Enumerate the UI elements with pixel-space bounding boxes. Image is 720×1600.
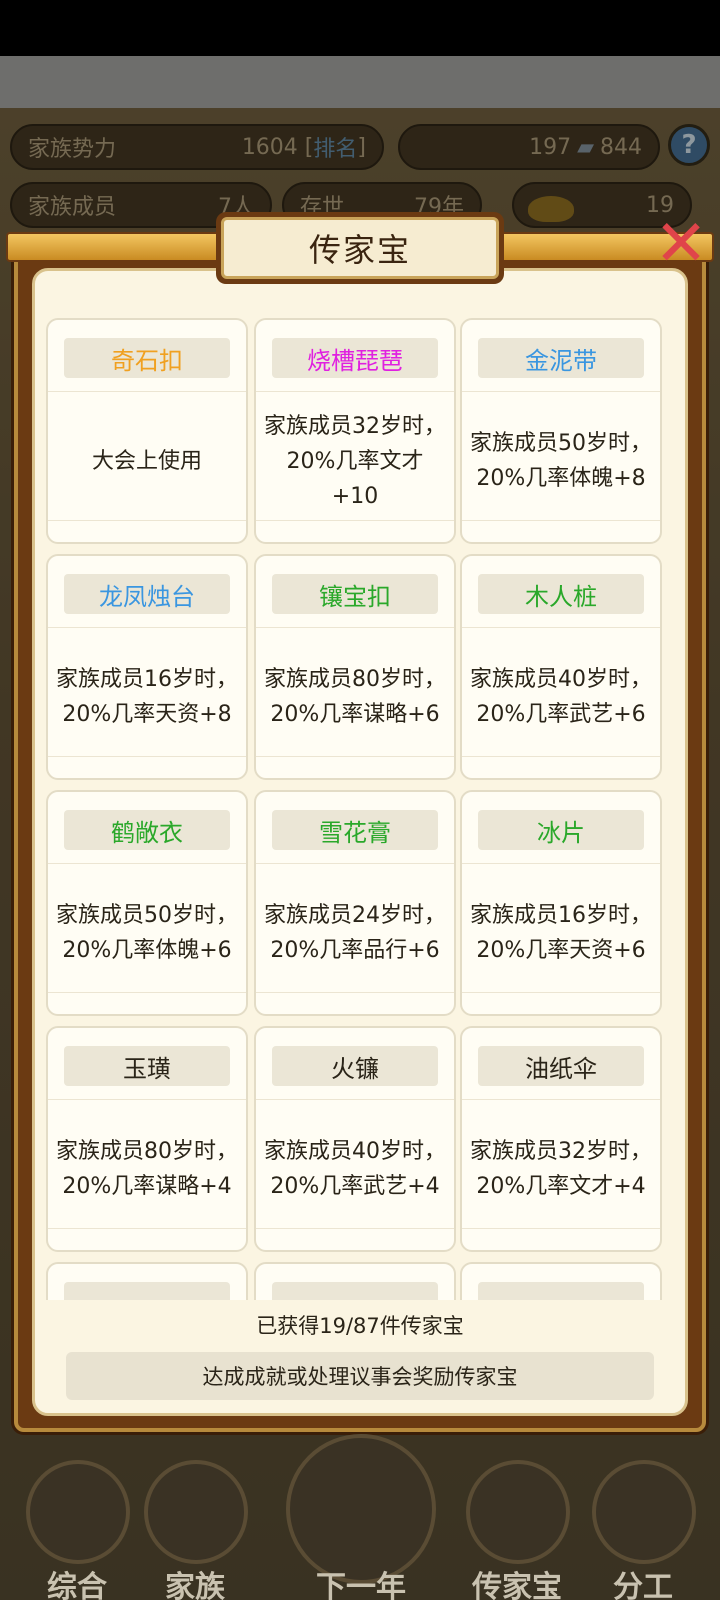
heirloom-name: 鹤敞衣: [64, 810, 230, 850]
card-header: 火镰: [256, 1028, 454, 1100]
nav-label: 分工: [613, 1570, 673, 1600]
heirloom-card[interactable]: [46, 1262, 248, 1300]
heirloom-name: 玉璜: [64, 1046, 230, 1086]
card-header: 烧槽琵琶: [256, 320, 454, 392]
heirloom-description: 家族成员16岁时，20%几率天资+6: [470, 903, 652, 963]
card-header: [256, 1264, 454, 1300]
heirloom-name: 油纸伞: [478, 1046, 644, 1086]
card-header: 雪花膏: [256, 792, 454, 864]
heirloom-card[interactable]: [460, 1262, 662, 1300]
heirloom-card[interactable]: 火镰家族成员40岁时，20%几率武艺+4: [254, 1026, 456, 1252]
card-header: 奇石扣: [48, 320, 246, 392]
card-header: 镶宝扣: [256, 556, 454, 628]
heirloom-description: 家族成员80岁时，20%几率谋略+6: [264, 667, 446, 727]
heirloom-description: 家族成员40岁时，20%几率武艺+4: [264, 1139, 446, 1199]
card-header: 金泥带: [462, 320, 660, 392]
card-header: 龙凤烛台: [48, 556, 246, 628]
nav-label: 家族: [165, 1570, 225, 1600]
card-header: 玉璜: [48, 1028, 246, 1100]
heirloom-card[interactable]: 烧槽琵琶家族成员32岁时，20%几率文才+10: [254, 318, 456, 544]
heirloom-description: 家族成员24岁时，20%几率品行+6: [264, 903, 446, 963]
card-footer: [48, 520, 246, 542]
heirloom-card[interactable]: 油纸伞家族成员32岁时，20%几率文才+4: [460, 1026, 662, 1252]
heirloom-grid[interactable]: 奇石扣 大会上使用 烧槽琵琶 家族成员32岁时，20%几率文才+10 金泥带 家族成员50…: [46, 318, 676, 1300]
heirloom-name: 金泥带: [478, 338, 644, 378]
card-footer: [462, 992, 660, 1014]
heirloom-name: 镶宝扣: [272, 574, 438, 614]
card-footer: [48, 756, 246, 778]
heirloom-name: 龙凤烛台: [64, 574, 230, 614]
card-footer: [462, 756, 660, 778]
heirloom-card[interactable]: 雪花膏家族成员24岁时，20%几率品行+6: [254, 790, 456, 1016]
heirloom-name: [272, 1282, 438, 1300]
heirloom-card[interactable]: 奇石扣 大会上使用: [46, 318, 248, 544]
heirloom-name: 雪花膏: [272, 810, 438, 850]
heirloom-card[interactable]: 鹤敞衣家族成员50岁时，20%几率体魄+6: [46, 790, 248, 1016]
nav-family[interactable]: 家族: [130, 1454, 260, 1600]
dialog-title-plaque: 传家宝: [216, 212, 504, 284]
heirloom-description: 家族成员16岁时，20%几率天资+8: [56, 667, 238, 727]
heirloom-description: 家族成员32岁时，20%几率文才+10: [264, 413, 446, 509]
close-icon: ✕: [654, 207, 708, 281]
card-header: 冰片: [462, 792, 660, 864]
heirloom-name: 木人桩: [478, 574, 644, 614]
card-footer: [462, 1228, 660, 1250]
nav-label: 综合: [47, 1570, 107, 1600]
card-header: [48, 1264, 246, 1300]
heirloom-name: [64, 1282, 230, 1300]
status-bar: [0, 0, 720, 56]
card-header: [462, 1264, 660, 1300]
heirloom-card[interactable]: 龙凤烛台家族成员16岁时，20%几率天资+8: [46, 554, 248, 780]
person-icon: [592, 1460, 696, 1564]
nav-label: 下一年: [316, 1570, 406, 1600]
heirloom-card[interactable]: 镶宝扣家族成员80岁时，20%几率谋略+6: [254, 554, 456, 780]
card-footer: [256, 756, 454, 778]
hint-banner: 达成成就或处理议事会奖励传家宝: [66, 1352, 654, 1400]
heirloom-card[interactable]: 玉璜家族成员80岁时，20%几率谋略+4: [46, 1026, 248, 1252]
house-icon: [144, 1460, 248, 1564]
heirloom-name: 冰片: [478, 810, 644, 850]
heirloom-description: 大会上使用: [91, 448, 202, 474]
heirloom-name: 烧槽琵琶: [272, 338, 438, 378]
scroll-icon: [26, 1460, 130, 1564]
card-footer: [48, 1228, 246, 1250]
card-header: 鹤敞衣: [48, 792, 246, 864]
cloud-icon: [466, 1460, 570, 1564]
card-footer: [256, 520, 454, 542]
heirloom-name: [478, 1282, 644, 1300]
nav-overview[interactable]: 综合: [12, 1454, 142, 1600]
card-header: 油纸伞: [462, 1028, 660, 1100]
heirloom-name: 奇石扣: [64, 338, 230, 378]
heirloom-card[interactable]: [254, 1262, 456, 1300]
card-footer: [256, 1228, 454, 1250]
nav-next-year[interactable]: 下一年: [286, 1434, 436, 1600]
card-footer: [48, 992, 246, 1014]
nav-heirloom[interactable]: 传家宝: [452, 1454, 582, 1600]
card-header: 木人桩: [462, 556, 660, 628]
collected-count: 已获得19/87件传家宝: [256, 1314, 464, 1338]
bottom-nav: 综合 家族 下一年 传家宝 分工: [0, 1434, 720, 1600]
card-footer: [256, 992, 454, 1014]
heirloom-description: 家族成员32岁时，20%几率文才+4: [470, 1139, 652, 1199]
top-bar: [0, 56, 720, 108]
heirloom-description: 家族成员50岁时，20%几率体魄+8: [470, 431, 652, 491]
card-footer: [462, 520, 660, 542]
nav-label: 传家宝: [472, 1570, 562, 1600]
heirloom-name: 火镰: [272, 1046, 438, 1086]
nav-assignment[interactable]: 分工: [578, 1454, 708, 1600]
heirloom-card[interactable]: 冰片家族成员16岁时，20%几率天资+6: [460, 790, 662, 1016]
heirloom-description: 家族成员50岁时，20%几率体魄+6: [56, 903, 238, 963]
close-button[interactable]: ✕: [652, 208, 710, 280]
heirloom-card[interactable]: 金泥带家族成员50岁时，20%几率体魄+8: [460, 318, 662, 544]
heirloom-description: 家族成员80岁时，20%几率谋略+4: [56, 1139, 238, 1199]
heirloom-description: 家族成员40岁时，20%几率武艺+6: [470, 667, 652, 727]
dialog-title: 传家宝: [221, 217, 499, 279]
heirloom-card[interactable]: 木人桩家族成员40岁时，20%几率武艺+6: [460, 554, 662, 780]
